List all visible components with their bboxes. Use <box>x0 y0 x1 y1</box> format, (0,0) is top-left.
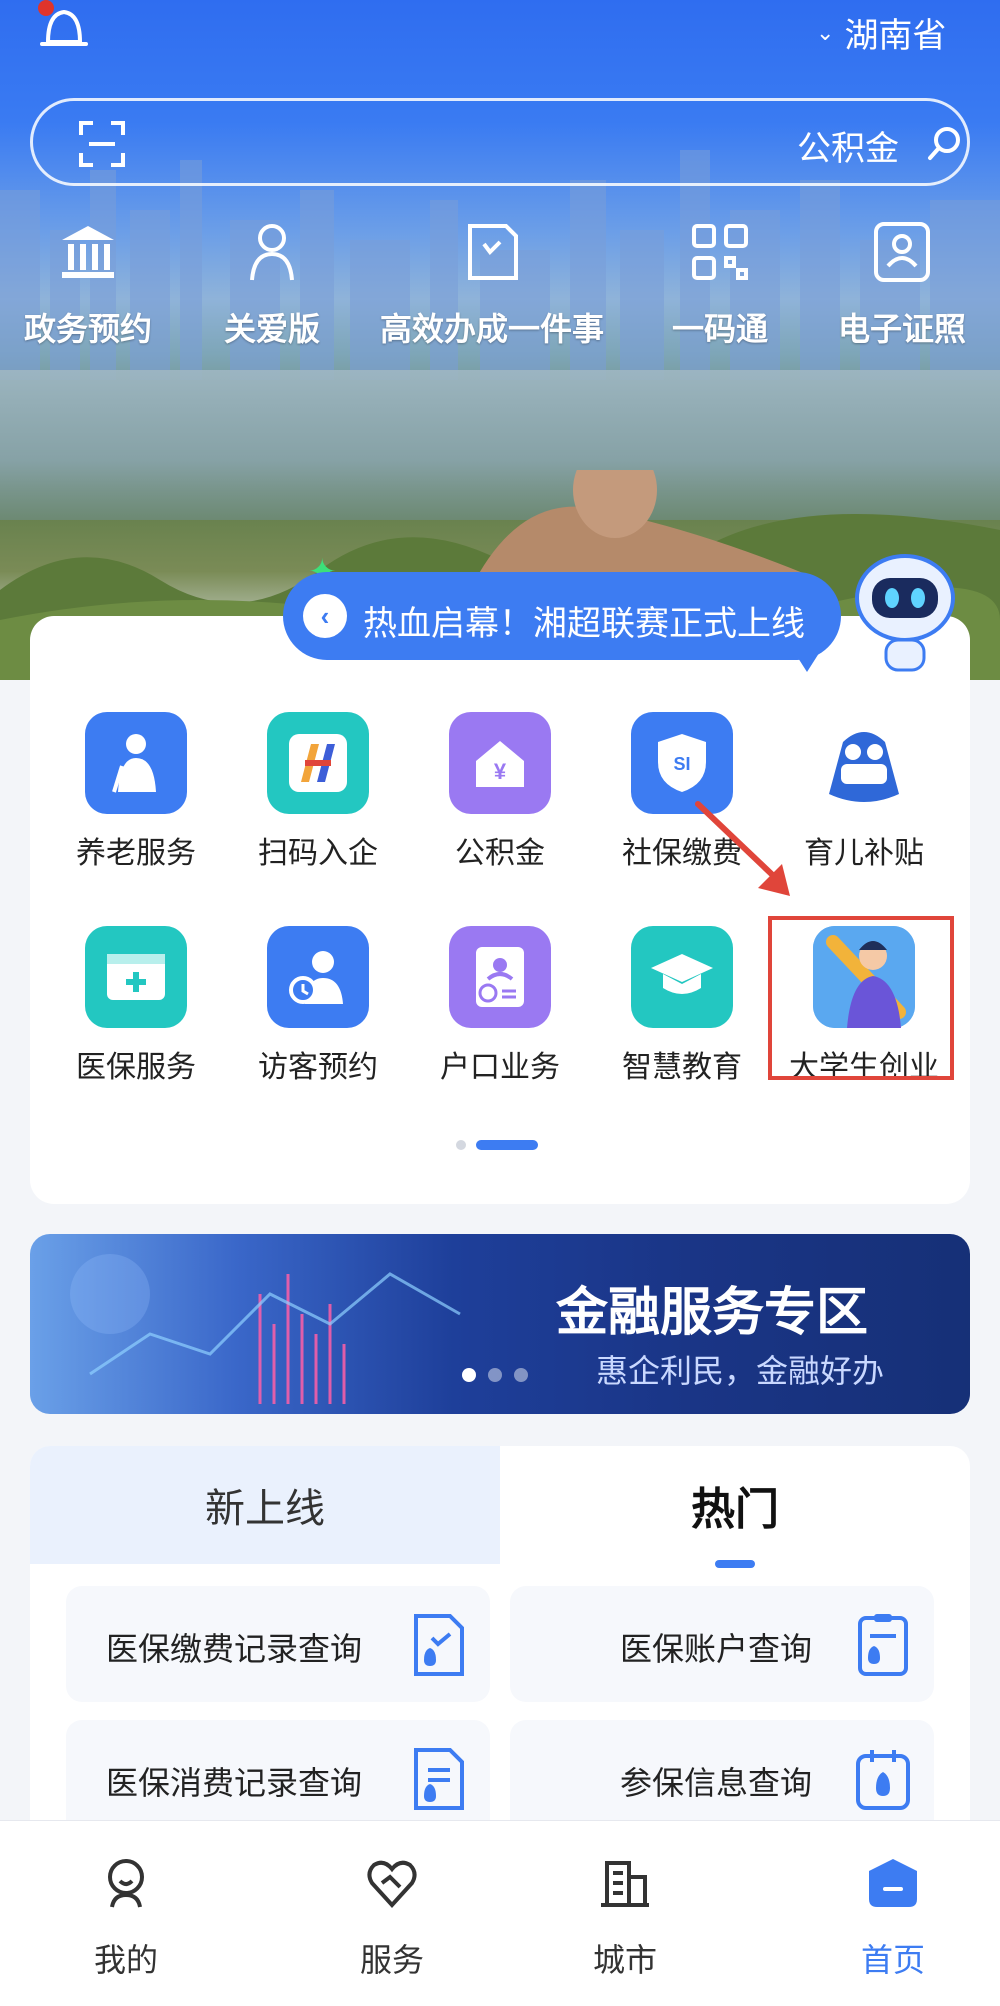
home-icon <box>869 1859 917 1907</box>
banner-pager <box>462 1368 528 1382</box>
announcement-text: 热血启幕！湘超联赛正式上线 <box>363 605 805 643</box>
region-selector[interactable]: ⌄ 湖南省 <box>816 8 946 57</box>
quick-action-label: 关爱版 <box>224 311 321 347</box>
medical-card-icon <box>85 926 187 1028</box>
nav-profile[interactable]: 我的 <box>66 1855 186 1981</box>
finance-title: 金融服务专区 <box>556 1284 869 1342</box>
service-visitor[interactable]: 访客预约 <box>243 926 393 1086</box>
finance-banner[interactable]: 金融服务专区 惠企利民，金融好办 <box>30 1234 970 1414</box>
banner-dot <box>514 1368 528 1382</box>
quick-action-id-card[interactable]: 电子证照 <box>838 220 966 350</box>
clipboard-drop-icon <box>858 1614 908 1676</box>
service-label: 医保服务 <box>76 1051 196 1084</box>
service-label: 养老服务 <box>76 837 196 870</box>
quick-action-label: 一码通 <box>672 311 769 347</box>
search-input[interactable]: 公积金 <box>797 121 899 170</box>
service-label: 育儿补贴 <box>804 837 924 870</box>
qr-code-icon <box>692 224 748 280</box>
elderly-icon <box>85 712 187 814</box>
bottom-navigation: 首页 城市 服务 我的 <box>0 1820 1000 2006</box>
region-label: 湖南省 <box>844 17 947 55</box>
pager-dot <box>456 1140 466 1150</box>
arrow-left-icon: ‹ <box>303 594 347 638</box>
hot-item-medical-payment[interactable]: 医保缴费记录查询 <box>66 1586 490 1702</box>
nav-services[interactable]: 服务 <box>332 1855 452 1981</box>
service-smart-education[interactable]: 智慧教育 <box>607 926 757 1086</box>
service-elderly[interactable]: 养老服务 <box>61 712 211 872</box>
graduation-cap-icon <box>631 926 733 1028</box>
hot-services-panel: 新上线 热门 医保账户查询 医保缴费记录查询 参保信息查询 医保消费记录查询 <box>30 1446 970 1866</box>
hot-item-label: 参保信息查询 <box>620 1765 813 1801</box>
assistant-robot-icon[interactable] <box>850 548 960 676</box>
chevron-down-icon: ⌄ <box>816 19 835 45</box>
childcare-bag-icon <box>813 712 915 814</box>
hot-item-label: 医保账户查询 <box>620 1631 813 1667</box>
service-label: 访客预约 <box>258 1051 378 1084</box>
notification-bell-icon[interactable] <box>34 0 94 60</box>
pager-active <box>476 1140 538 1150</box>
hot-item-medical-consumption[interactable]: 医保消费记录查询 <box>66 1720 490 1836</box>
quick-action-care[interactable]: 关爱版 <box>224 220 320 350</box>
quick-action-code[interactable]: 一码通 <box>672 220 768 350</box>
quick-action-label: 高效办成一件事 <box>380 311 605 347</box>
svg-text:¥: ¥ <box>494 759 507 784</box>
service-label: 智慧教育 <box>622 1051 742 1084</box>
household-icon <box>449 926 551 1028</box>
services-pager <box>456 1140 538 1150</box>
nav-city[interactable]: 城市 <box>565 1855 685 1981</box>
annotation-highlight-box <box>768 916 954 1080</box>
tab-active-indicator <box>715 1560 755 1568</box>
scan-icon[interactable] <box>79 121 125 167</box>
hot-item-medical-account[interactable]: 医保账户查询 <box>510 1586 934 1702</box>
enterprise-icon <box>267 712 369 814</box>
doc-drop-icon <box>414 1614 464 1676</box>
quick-action-appointment[interactable]: 政务预约 <box>24 220 152 350</box>
quick-action-one-thing[interactable]: 高效办成一件事 <box>380 220 604 350</box>
quick-action-label: 政务预约 <box>24 311 153 347</box>
service-household[interactable]: 户口业务 <box>425 926 575 1086</box>
banner-dot-active <box>462 1368 476 1382</box>
caregiver-icon <box>250 224 294 281</box>
nav-label: 首页 <box>860 1942 925 1978</box>
hot-item-label: 医保消费记录查询 <box>106 1765 363 1801</box>
svg-text:SI: SI <box>673 754 690 774</box>
finance-chart-graphic <box>70 1254 461 1404</box>
profile-icon <box>108 1859 144 1908</box>
service-childcare[interactable]: 育儿补贴 <box>789 712 939 872</box>
person-card-icon <box>874 222 930 282</box>
government-building-icon <box>62 226 114 278</box>
tab-hot[interactable]: 热门 <box>500 1446 970 1564</box>
banner-dot <box>488 1368 502 1382</box>
search-bar[interactable]: 公积金 <box>30 98 970 186</box>
heart-hands-icon <box>367 1860 417 1908</box>
services-card <box>30 616 970 1204</box>
calendar-drop-icon <box>856 1750 910 1810</box>
service-medical[interactable]: 医保服务 <box>61 926 211 1086</box>
service-housing-fund[interactable]: ¥ 公积金 <box>425 712 575 872</box>
nav-home[interactable]: 首页 <box>833 1855 953 1981</box>
top-bar: ⌄ 湖南省 <box>0 0 1000 70</box>
announcement-bubble[interactable]: ‹ 热血启幕！湘超联赛正式上线 <box>283 572 841 672</box>
hot-item-insurance-info[interactable]: 参保信息查询 <box>510 1720 934 1836</box>
list-drop-icon <box>414 1748 464 1810</box>
search-icon <box>928 127 960 160</box>
house-yuan-icon: ¥ <box>449 712 551 814</box>
visitor-icon <box>267 926 369 1028</box>
nav-label: 城市 <box>592 1942 657 1978</box>
tab-new[interactable]: 新上线 <box>30 1446 500 1564</box>
hot-item-label: 医保缴费记录查询 <box>106 1631 363 1667</box>
service-scan-enterprise[interactable]: 扫码入企 <box>243 712 393 872</box>
service-label: 扫码入企 <box>258 837 378 870</box>
service-label: 公积金 <box>455 837 545 870</box>
city-icon <box>601 1861 649 1907</box>
service-label: 户口业务 <box>440 1051 560 1084</box>
quick-action-label: 电子证照 <box>838 311 967 347</box>
nav-label: 服务 <box>359 1942 424 1978</box>
nav-label: 我的 <box>93 1942 158 1978</box>
annotation-arrow <box>695 801 790 896</box>
bubble-tail <box>793 650 821 672</box>
finance-subtitle: 惠企利民，金融好办 <box>596 1353 885 1389</box>
clock-doc-icon <box>468 224 518 280</box>
